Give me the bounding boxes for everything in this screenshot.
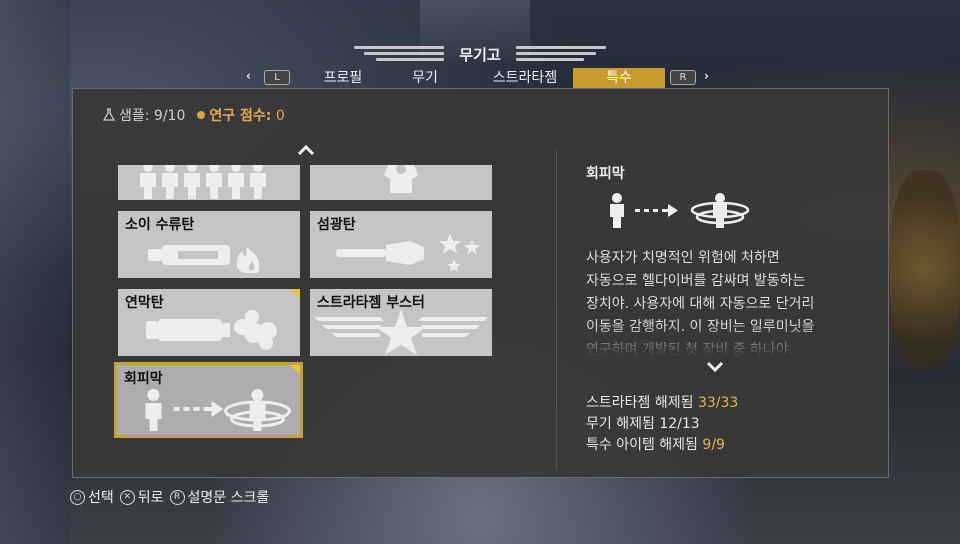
research-points: 연구 점수: 0 bbox=[209, 108, 285, 124]
unlock-row-stratagems: 스트라타젬 해제됨 33/33 bbox=[586, 395, 739, 411]
smoke-grenade-icon bbox=[146, 310, 277, 350]
flask-icon bbox=[103, 108, 115, 121]
incendiary-grenade-icon bbox=[148, 245, 260, 273]
chevron-right-icon[interactable]: › bbox=[704, 69, 709, 83]
armory-panel: 샘플: 9/10 연구 점수: 0 소이 수류탄 섬광탄 연막탄 스트라타젬 부… bbox=[72, 88, 889, 478]
item-card-smoke-grenade[interactable]: 연막탄 bbox=[118, 289, 300, 356]
l-button-icon[interactable]: L bbox=[264, 70, 290, 85]
evade-detail-icon bbox=[610, 193, 750, 228]
flashbang-icon bbox=[336, 233, 480, 272]
prompt-scroll-description[interactable]: 설명문 스크롤 bbox=[188, 487, 270, 507]
unlock-row-weapons: 무기 해제됨 12/13 bbox=[586, 416, 700, 432]
button-prompts: ○ 선택 ✕ 뒤로 R 설명문 스크롤 bbox=[70, 487, 275, 507]
unlock-summary: 스트라타젬 해제됨 33/33 무기 해제됨 12/13 특수 아이템 해제됨 … bbox=[586, 393, 738, 456]
stratagem-booster-icon bbox=[314, 309, 488, 355]
detail-description: 사용자가 치명적인 위험에 처하면 자동으로 헬다이버를 감싸며 발동하는 장치… bbox=[586, 250, 815, 357]
chevron-left-icon[interactable]: ‹ bbox=[246, 69, 251, 83]
eagle-wing-right-icon bbox=[516, 46, 606, 62]
research-point-icon bbox=[197, 111, 206, 119]
research-stats: 샘플: 9/10 연구 점수: 0 bbox=[103, 105, 285, 125]
cross-button-icon: ✕ bbox=[119, 489, 135, 505]
panel-divider bbox=[556, 149, 557, 469]
tab-stratagems[interactable]: 스트라타젬 bbox=[478, 68, 572, 88]
armor-icon bbox=[384, 165, 418, 193]
item-label: 회피막 bbox=[124, 371, 163, 387]
new-badge-icon bbox=[290, 365, 300, 375]
evade-icon bbox=[145, 389, 291, 431]
item-card-evade[interactable]: 회피막 bbox=[114, 362, 303, 438]
prompt-select[interactable]: 선택 bbox=[88, 487, 114, 507]
prompt-back[interactable]: 뒤로 bbox=[138, 487, 164, 507]
menu-header: 무기고 bbox=[350, 42, 610, 66]
scroll-up-icon[interactable] bbox=[297, 144, 315, 156]
item-card-armor[interactable] bbox=[310, 165, 492, 200]
item-card-squad[interactable] bbox=[118, 165, 300, 200]
item-card-flashbang[interactable]: 섬광탄 bbox=[310, 211, 492, 278]
item-card-stratagem-booster[interactable]: 스트라타젬 부스터 bbox=[310, 289, 492, 356]
new-badge-icon bbox=[290, 289, 300, 299]
unlock-row-special: 특수 아이템 해제됨 9/9 bbox=[586, 437, 725, 453]
background-left-structure bbox=[0, 0, 70, 544]
item-card-incendiary-grenade[interactable]: 소이 수류탄 bbox=[118, 211, 300, 278]
tab-profile[interactable]: 프로필 bbox=[304, 68, 382, 88]
samples-count: 샘플: 9/10 bbox=[119, 108, 186, 124]
background-right-machinery bbox=[890, 170, 960, 370]
circle-button-icon: ○ bbox=[70, 489, 85, 505]
tab-bar: ‹ L 프로필 무기 스트라타젬 특수 R › bbox=[240, 68, 720, 88]
squad-icon bbox=[140, 165, 266, 199]
detail-title: 회피막 bbox=[586, 166, 625, 182]
tab-special[interactable]: 특수 bbox=[573, 68, 665, 88]
scroll-down-icon[interactable] bbox=[706, 361, 724, 373]
r-stick-button-icon: R bbox=[169, 489, 185, 505]
tab-weapons[interactable]: 무기 bbox=[390, 68, 460, 88]
r-button-icon[interactable]: R bbox=[670, 70, 696, 85]
